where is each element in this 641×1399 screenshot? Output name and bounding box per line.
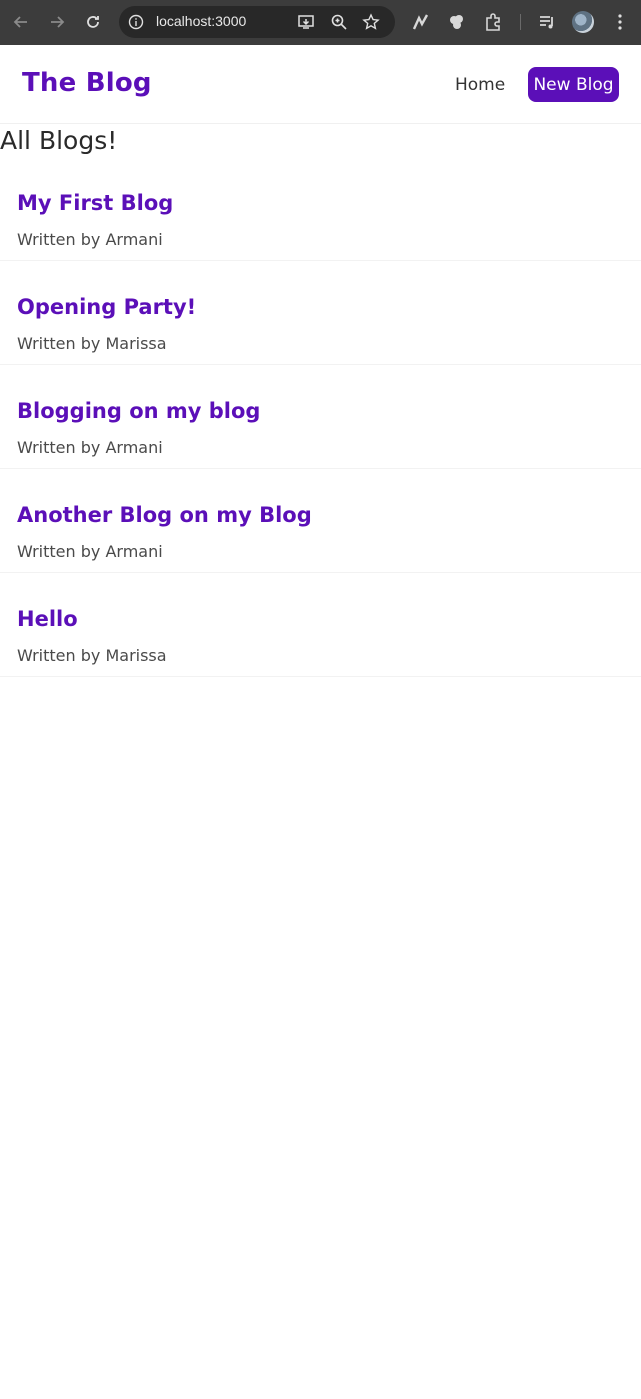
extension-icon[interactable] [411, 12, 431, 36]
back-icon[interactable] [11, 12, 31, 32]
site-navbar: The Blog Home New Blog [0, 46, 641, 124]
zoom-icon[interactable] [330, 13, 348, 35]
site-info-icon[interactable] [128, 14, 144, 34]
blog-title[interactable]: Blogging on my blog [17, 399, 260, 423]
blog-preview[interactable]: Another Blog on my Blog Written by Arman… [0, 469, 641, 573]
puzzle-icon[interactable] [483, 12, 503, 36]
blog-preview[interactable]: Opening Party! Written by Marissa [0, 261, 641, 365]
blog-author: Written by Marissa [17, 334, 167, 353]
url-text[interactable]: localhost:3000 [156, 13, 246, 29]
blog-preview[interactable]: My First Blog Written by Armani [0, 157, 641, 261]
blog-title[interactable]: Hello [17, 607, 78, 631]
page-title: All Blogs! [0, 126, 118, 155]
blog-author: Written by Armani [17, 542, 163, 561]
blog-title[interactable]: My First Blog [17, 191, 173, 215]
address-bar[interactable]: localhost:3000 [119, 6, 395, 38]
browser-toolbar: localhost:3000 [0, 0, 641, 45]
blog-title[interactable]: Opening Party! [17, 295, 196, 319]
blog-title[interactable]: Another Blog on my Blog [17, 503, 312, 527]
blog-preview[interactable]: Hello Written by Marissa [0, 573, 641, 677]
forward-icon[interactable] [47, 12, 67, 32]
blog-author: Written by Armani [17, 438, 163, 457]
new-blog-button[interactable]: New Blog [528, 67, 619, 102]
bookmark-star-icon[interactable] [362, 13, 380, 35]
menu-icon[interactable] [610, 12, 630, 36]
home-link[interactable]: Home [455, 75, 505, 95]
blog-preview[interactable]: Blogging on my blog Written by Armani [0, 365, 641, 469]
toolbar-divider [520, 14, 521, 30]
blog-author: Written by Armani [17, 230, 163, 249]
blog-list: My First Blog Written by Armani Opening … [0, 157, 641, 677]
reload-icon[interactable] [83, 12, 103, 32]
media-controls-icon[interactable] [537, 12, 557, 36]
extension-icon[interactable] [447, 12, 467, 36]
install-app-icon[interactable] [297, 13, 315, 35]
site-brand: The Blog [22, 68, 152, 98]
profile-avatar[interactable] [572, 11, 594, 33]
blog-author: Written by Marissa [17, 646, 167, 665]
